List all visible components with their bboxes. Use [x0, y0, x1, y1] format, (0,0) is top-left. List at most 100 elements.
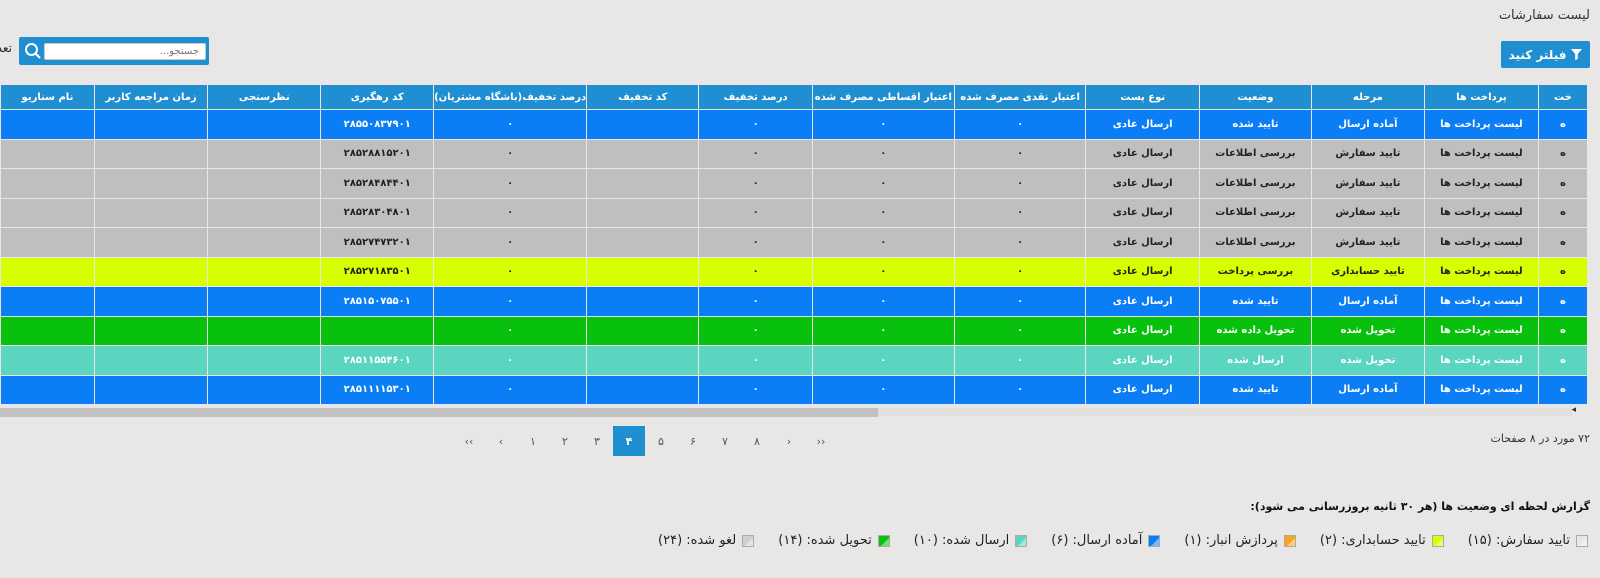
table-cell: [0, 315, 95, 346]
table-cell: ۲۸۵۱۵۰۷۵۵۰۱: [320, 286, 435, 317]
table-cell: ۰: [698, 374, 813, 404]
table-cell: ۰: [811, 286, 955, 317]
legend-item: تایید سفارش: (۱۵): [1468, 533, 1588, 548]
page-button[interactable]: ›: [773, 426, 805, 456]
table-cell: [0, 109, 95, 140]
page-button[interactable]: ۸: [741, 426, 773, 456]
horizontal-scrollbar[interactable]: ◂: [0, 405, 1588, 417]
page-button[interactable]: ۲: [549, 426, 581, 456]
search-input[interactable]: [44, 42, 206, 60]
table-cell: [586, 168, 700, 199]
page-button[interactable]: ‹: [485, 426, 517, 456]
column-header[interactable]: نظرسنجی: [207, 84, 322, 110]
scroll-right-arrow-icon[interactable]: ◂: [1571, 405, 1576, 415]
table-row[interactable]: ه لیست پرداخت ها تایید سفارش بررسی اطلاعات ا…: [0, 168, 1588, 199]
column-header[interactable]: نام سناریو: [0, 84, 95, 110]
legend-item: پردازش انبار: (۱): [1184, 533, 1296, 548]
column-header[interactable]: کد تخفیف: [586, 84, 700, 110]
payments-link[interactable]: لیست پرداخت ها: [1423, 227, 1539, 258]
table-row[interactable]: ه لیست پرداخت ها تایید سفارش بررسی اطلاعات ا…: [0, 197, 1588, 228]
page-button[interactable]: ۵: [645, 426, 677, 456]
column-header[interactable]: پرداخت ها: [1423, 84, 1539, 110]
status-legend: تایید سفارش: (۱۵) تایید حسابداری: (۲) پردا…: [658, 533, 1588, 548]
page-button[interactable]: ۷: [709, 426, 741, 456]
column-header[interactable]: وضعیت: [1198, 84, 1312, 110]
search-icon[interactable]: [22, 40, 44, 62]
page-button[interactable]: ۶: [677, 426, 709, 456]
table-cell: ه: [1537, 256, 1588, 287]
table-cell: ه: [1537, 315, 1588, 346]
payments-link[interactable]: لیست پرداخت ها: [1423, 286, 1539, 317]
table-cell: تایید سفارش: [1310, 138, 1425, 169]
table-cell: [586, 286, 700, 317]
table-cell: بررسی اطلاعات: [1198, 197, 1312, 228]
payments-link[interactable]: لیست پرداخت ها: [1423, 168, 1539, 199]
table-cell: ۰: [953, 227, 1087, 258]
column-header[interactable]: مرحله: [1310, 84, 1425, 110]
table-row[interactable]: ه لیست پرداخت ها تحویل شده ارسال شده ارسال ع…: [0, 345, 1588, 376]
search-label: تعداد: [0, 41, 12, 55]
table-cell: ۰: [811, 227, 955, 258]
table-cell: ۰: [433, 109, 588, 140]
filter-button-label: فیلتر کنید: [1508, 47, 1567, 62]
legend-label: آماده ارسال: (۶): [1051, 533, 1143, 548]
table-cell: ۰: [953, 374, 1087, 404]
table-cell: ۰: [953, 168, 1087, 199]
table-cell: [586, 138, 700, 169]
table-cell: ۰: [811, 374, 955, 404]
payments-link[interactable]: لیست پرداخت ها: [1423, 109, 1539, 140]
legend-swatch: [877, 534, 890, 547]
column-header[interactable]: خت: [1537, 84, 1588, 110]
page-button[interactable]: ››: [805, 426, 837, 456]
column-header[interactable]: نوع پست: [1085, 84, 1200, 110]
table-cell: ارسال عادی: [1085, 138, 1200, 169]
table-cell: تحویل داده شده: [1198, 315, 1312, 346]
payments-link[interactable]: لیست پرداخت ها: [1423, 256, 1539, 287]
page-button[interactable]: ۱: [517, 426, 549, 456]
column-header[interactable]: اعتبار اقساطی مصرف شده: [811, 84, 955, 110]
column-header[interactable]: زمان مراجعه کاربر: [93, 84, 209, 110]
table-row[interactable]: ه لیست پرداخت ها آماده ارسال تایید شده ارسال…: [0, 286, 1588, 317]
page-button[interactable]: ۴: [613, 426, 645, 456]
column-header[interactable]: اعتبار نقدی مصرف شده: [953, 84, 1087, 110]
table-cell: [207, 138, 322, 169]
legend-label: تایید حسابداری: (۲): [1319, 533, 1426, 548]
table-cell: ارسال عادی: [1085, 197, 1200, 228]
table-row[interactable]: ه لیست پرداخت ها تایید سفارش بررسی اطلاعات ا…: [0, 227, 1588, 258]
table-cell: [93, 286, 209, 317]
payments-link[interactable]: لیست پرداخت ها: [1423, 345, 1539, 376]
column-header[interactable]: کد رهگیری: [320, 84, 435, 110]
page-button[interactable]: ۳: [581, 426, 613, 456]
table-cell: [586, 109, 700, 140]
filter-button[interactable]: فیلتر کنید: [1501, 41, 1590, 68]
table-cell: ۲۸۵۵۰۸۳۷۹۰۱: [320, 109, 435, 140]
orders-table: خت پرداخت ها مرحله وضعیت نوع پست اعتبار نقدی …: [0, 84, 1588, 404]
legend-swatch: [1576, 534, 1588, 547]
table-cell: ارسال شده: [1198, 345, 1312, 376]
table-cell: [586, 374, 700, 404]
column-header[interactable]: درصد تخفیف(باشگاه مشتریان): [433, 84, 588, 110]
table-cell: ۰: [953, 286, 1087, 317]
table-cell: [93, 315, 209, 346]
payments-link[interactable]: لیست پرداخت ها: [1423, 315, 1539, 346]
table-cell: [93, 109, 209, 140]
column-header[interactable]: درصد تخفیف: [698, 84, 813, 110]
table-cell: ارسال عادی: [1085, 256, 1200, 287]
table-cell: بررسی اطلاعات: [1198, 168, 1312, 199]
table-cell: تحویل شده: [1310, 345, 1425, 376]
table-cell: آماده ارسال: [1310, 109, 1425, 140]
table-row[interactable]: ه لیست پرداخت ها آماده ارسال تایید شده ارسال…: [0, 374, 1588, 404]
legend-item: لغو شده: (۲۴): [658, 533, 755, 548]
payments-link[interactable]: لیست پرداخت ها: [1423, 197, 1539, 228]
table-cell: ۰: [811, 138, 955, 169]
table-row[interactable]: ه لیست پرداخت ها آماده ارسال تایید شده ارسال…: [0, 109, 1588, 140]
scroll-thumb[interactable]: [0, 408, 878, 417]
table-cell: [586, 345, 700, 376]
payments-link[interactable]: لیست پرداخت ها: [1423, 374, 1539, 404]
table-cell: [0, 374, 95, 404]
table-row[interactable]: ه لیست پرداخت ها تایید سفارش بررسی اطلاعات ا…: [0, 138, 1588, 169]
table-row[interactable]: ه لیست پرداخت ها تایید حسابداری بررسی پرداخ…: [0, 256, 1588, 287]
page-button[interactable]: ‹‹: [453, 426, 485, 456]
table-row[interactable]: ه لیست پرداخت ها تحویل شده تحویل داده شده ار…: [0, 315, 1588, 346]
payments-link[interactable]: لیست پرداخت ها: [1423, 138, 1539, 169]
